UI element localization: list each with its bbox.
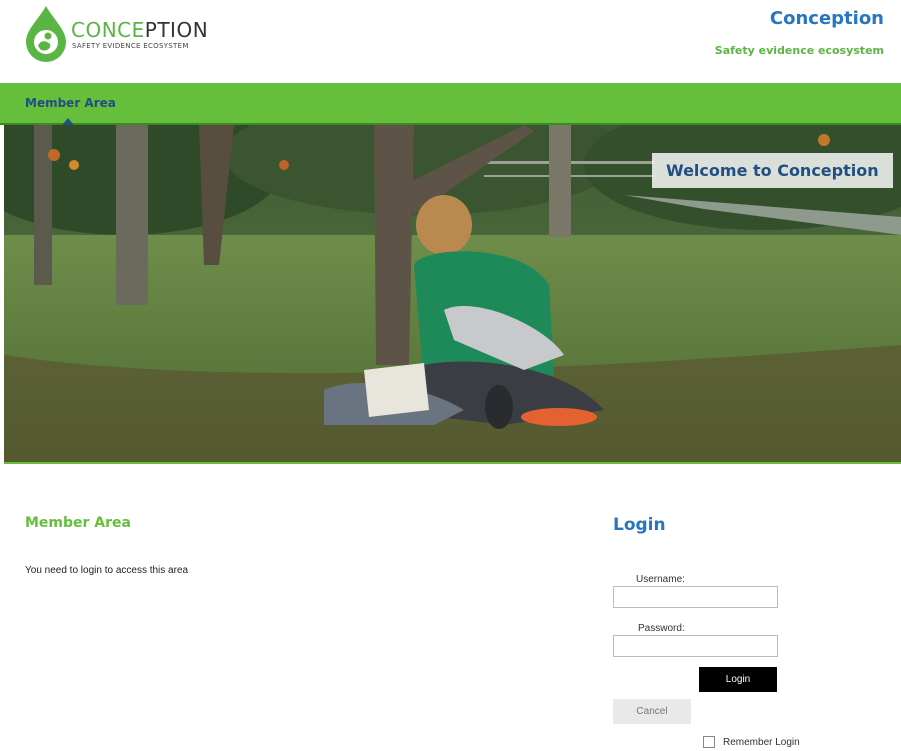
main-nav: Member Area [0,83,901,125]
login-required-message: You need to login to access this area [25,565,189,576]
hero-banner: Welcome to Conception [4,125,901,464]
cancel-button[interactable]: Cancel [613,699,691,724]
logo-wordmark: CONCEPTION [71,18,209,42]
remember-login[interactable]: Remember Login [703,735,800,749]
drop-logo-icon [26,6,66,62]
logo-tagline: SAFETY EVIDENCE ECOSYSTEM [72,42,189,50]
username-input[interactable] [613,586,778,608]
brand-subtitle: Safety evidence ecosystem [714,44,884,57]
password-input[interactable] [613,635,778,657]
remember-login-label: Remember Login [723,736,800,748]
nav-item-member-area[interactable]: Member Area [25,96,116,110]
welcome-banner-text: Welcome to Conception [652,153,893,188]
site-header: CONCEPTION SAFETY EVIDENCE ECOSYSTEM Con… [0,0,901,83]
page-title: Member Area [25,515,131,531]
active-nav-caret-icon [62,118,74,125]
username-label: Username: [636,574,685,585]
login-title: Login [613,515,666,535]
login-button[interactable]: Login [699,667,777,692]
password-label: Password: [638,623,685,634]
site-logo[interactable]: CONCEPTION SAFETY EVIDENCE ECOSYSTEM [24,4,214,62]
brand-title: Conception [769,8,884,29]
remember-login-checkbox[interactable] [703,736,715,748]
